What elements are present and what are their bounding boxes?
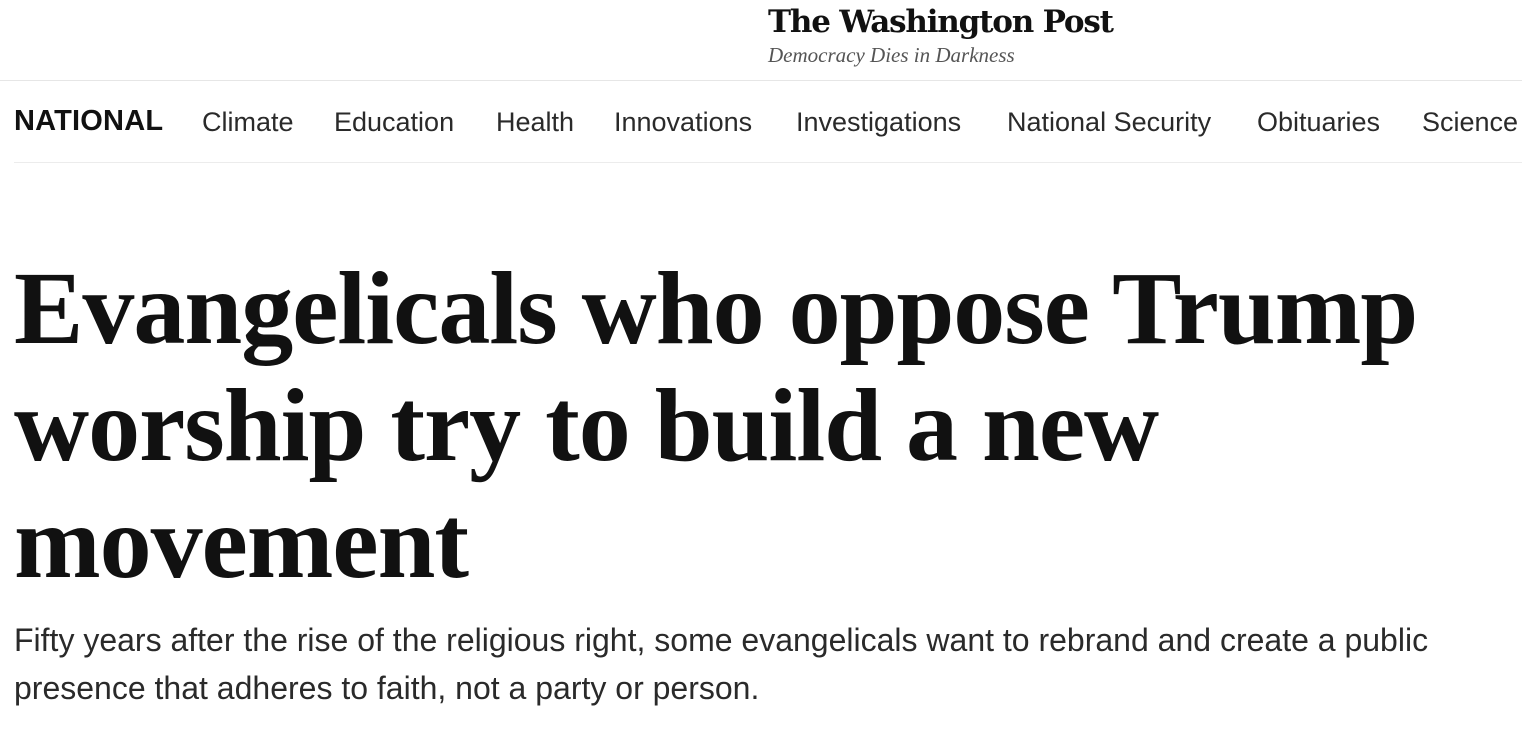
nav-link-innovations[interactable]: Innovations [614, 104, 752, 140]
nav-link-investigations[interactable]: Investigations [796, 104, 961, 140]
masthead-tagline: Democracy Dies in Darkness [768, 43, 1015, 67]
nav-link-education[interactable]: Education [334, 104, 454, 140]
article-headline: Evangelicals who oppose Trump worship tr… [14, 251, 1418, 600]
masthead: The Washington Post Democracy Dies in Da… [0, 0, 1522, 81]
section-title-national[interactable]: NATIONAL [14, 103, 163, 139]
nav-link-science[interactable]: Science [1422, 104, 1518, 140]
nav-link-climate[interactable]: Climate [202, 104, 294, 140]
nav-link-obituaries[interactable]: Obituaries [1257, 104, 1380, 140]
article-dek: Fifty years after the rise of the religi… [14, 622, 1429, 706]
washington-post-logo[interactable]: The Washington Post [768, 2, 1114, 42]
nav-link-health[interactable]: Health [496, 104, 574, 140]
nav-link-national-security[interactable]: National Security [1007, 104, 1211, 140]
section-nav: NATIONAL Climate Education Health Innova… [14, 81, 1522, 163]
